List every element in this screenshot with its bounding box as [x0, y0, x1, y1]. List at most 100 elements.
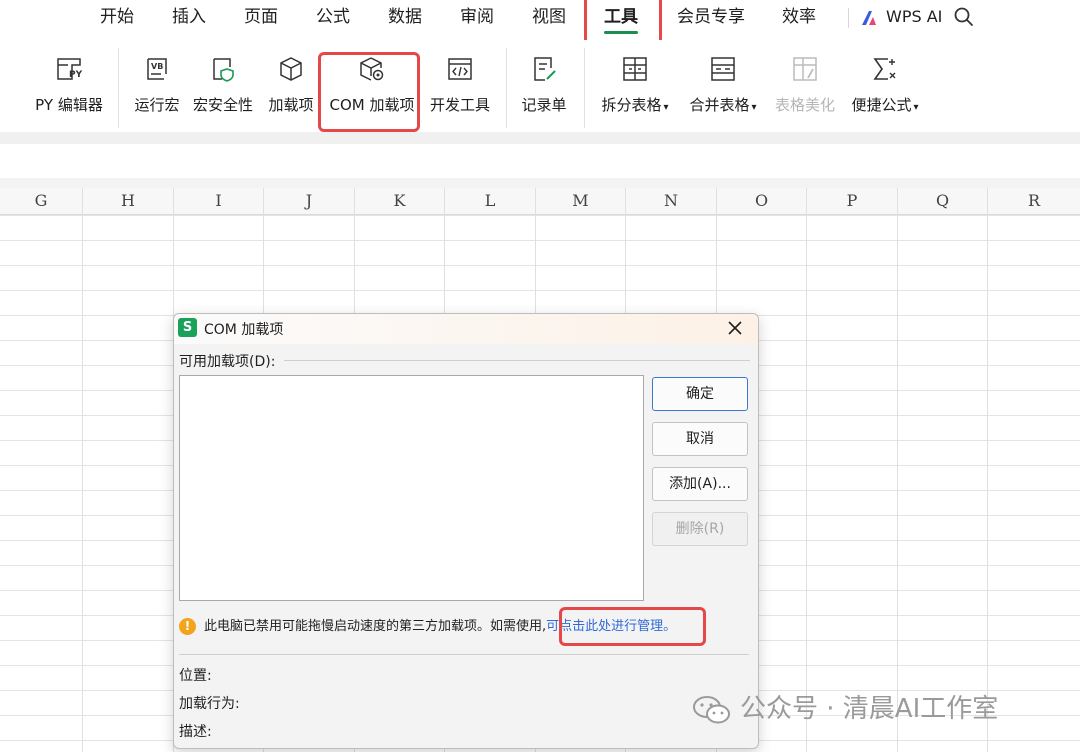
merge-table-label: 合并表格 [689, 96, 750, 114]
tab-review[interactable]: 审阅 [456, 0, 498, 36]
merge-table-dropdown: 合并表格 ▾ [684, 94, 762, 115]
warning-icon: ! [179, 618, 196, 635]
tab-view[interactable]: 视图 [528, 0, 570, 36]
code-window-icon [448, 58, 472, 80]
load-behavior-label: 加载行为: [179, 696, 240, 712]
ribbon-divider [506, 48, 507, 128]
chevron-down-icon: ▾ [663, 102, 669, 113]
tab-page[interactable]: 页面 [240, 0, 282, 36]
form-edit-icon [534, 57, 556, 81]
macro-security-button[interactable]: 宏安全性 [190, 54, 256, 115]
table-style-icon [793, 57, 817, 81]
watermark-text: 公众号 · 清晨AI工作室 [740, 694, 999, 724]
warning-text: 此电脑已禁用可能拖慢启动速度的第三方加载项。如需使用, [204, 619, 547, 634]
wps-ai-button[interactable]: WPS AI [860, 5, 942, 29]
active-tab-indicator [604, 31, 638, 34]
column-header[interactable]: N [626, 188, 717, 214]
record-form-button[interactable]: 记录单 [518, 54, 570, 115]
tab-data[interactable]: 数据 [384, 0, 426, 36]
run-macro-icon: VB [147, 58, 167, 80]
close-button[interactable] [724, 317, 746, 339]
search-icon [954, 7, 973, 26]
spreadsheet-app-icon: S [178, 318, 197, 337]
available-addins-label: 可用加载项(D): [179, 351, 280, 371]
quick-formula-button[interactable]: 便捷公式 ▾ [846, 54, 924, 115]
split-table-dropdown: 拆分表格 ▾ [596, 94, 674, 115]
svg-text:PY: PY [69, 70, 83, 80]
delete-button: 删除(R) [652, 512, 748, 546]
split-table-icon [623, 57, 647, 81]
record-form-label: 记录单 [521, 96, 567, 114]
wechat-icon [693, 695, 730, 723]
close-icon [728, 321, 742, 335]
menu-bar: 开始 插入 页面 公式 数据 审阅 视图 工具 会员专享 效率 WPS AI [0, 0, 1080, 41]
merge-table-button[interactable]: 合并表格 ▾ [684, 54, 762, 115]
macro-security-icon [213, 58, 234, 82]
quick-formula-label: 便捷公式 [851, 96, 912, 114]
column-header[interactable]: K [355, 188, 445, 214]
addins-button[interactable]: 加载项 [265, 54, 317, 115]
com-addins-button[interactable]: COM 加载项 [326, 54, 418, 115]
chevron-down-icon: ▾ [751, 102, 757, 113]
grid-line [82, 188, 83, 752]
split-table-label: 拆分表格 [601, 96, 662, 114]
add-button[interactable]: 添加(A)... [652, 467, 748, 501]
ribbon-divider [118, 48, 119, 128]
com-addins-dialog: S COM 加载项 可用加载项(D): 确定 取消 添加(A)... 删除(R)… [173, 313, 759, 749]
grid-line [806, 188, 807, 752]
py-editor-button[interactable]: PY PY 编辑器 [30, 54, 108, 115]
dev-tools-label: 开发工具 [429, 96, 490, 114]
sigma-icon [873, 58, 896, 80]
addins-label: 加载项 [268, 96, 314, 114]
ribbon-divider [584, 48, 585, 128]
dialog-title: COM 加载项 [204, 322, 284, 338]
tab-member[interactable]: 会员专享 [674, 0, 748, 36]
py-editor-label: PY 编辑器 [35, 96, 103, 114]
macro-security-label: 宏安全性 [192, 96, 253, 114]
tab-formula[interactable]: 公式 [312, 0, 354, 36]
beautify-table-label: 表格美化 [774, 96, 835, 114]
merge-table-icon [711, 57, 735, 81]
svg-text:VB: VB [151, 62, 163, 71]
menu-divider [848, 8, 849, 28]
search-button[interactable] [953, 6, 975, 32]
sheet-gap [0, 178, 1080, 188]
column-header-row: G H I J K L M N O P Q R [0, 188, 1080, 215]
addins-listbox[interactable] [179, 375, 644, 601]
run-macro-button[interactable]: VB 运行宏 [132, 54, 182, 115]
com-cube-gear-icon [360, 57, 384, 81]
grid-line [897, 188, 898, 752]
dev-tools-button[interactable]: 开发工具 [428, 54, 492, 115]
disabled-addins-notice: ! 此电脑已禁用可能拖慢启动速度的第三方加载项。如需使用,可点击此处进行管理。 [179, 617, 676, 637]
column-header[interactable]: Q [898, 188, 988, 214]
com-addins-label: COM 加载项 [329, 96, 415, 114]
wps-ai-label: WPS AI [886, 7, 943, 26]
column-header[interactable]: H [83, 188, 174, 214]
beautify-table-button: 表格美化 [772, 54, 838, 115]
run-macro-label: 运行宏 [134, 96, 180, 114]
description-label: 描述: [179, 724, 212, 740]
grid-line [987, 188, 988, 752]
group-divider [284, 360, 750, 361]
ok-button[interactable]: 确定 [652, 377, 748, 411]
chevron-down-icon: ▾ [913, 102, 919, 113]
split-table-button[interactable]: 拆分表格 ▾ [596, 54, 674, 115]
dialog-titlebar[interactable]: S COM 加载项 [174, 314, 758, 344]
column-header[interactable]: J [264, 188, 355, 214]
tab-efficiency[interactable]: 效率 [778, 0, 820, 36]
cancel-button[interactable]: 取消 [652, 422, 748, 456]
watermark: 公众号 · 清晨AI工作室 [692, 692, 998, 726]
column-header[interactable]: G [0, 188, 83, 214]
column-header[interactable]: R [988, 188, 1080, 214]
formula-bar-gap [0, 132, 1080, 144]
column-header[interactable]: O [717, 188, 807, 214]
column-header[interactable]: P [807, 188, 898, 214]
dialog-divider [179, 654, 749, 655]
manage-addins-link[interactable]: 可点击此处进行管理。 [546, 619, 676, 634]
tab-insert[interactable]: 插入 [168, 0, 210, 36]
tab-home[interactable]: 开始 [96, 0, 138, 36]
location-label: 位置: [179, 668, 212, 684]
column-header[interactable]: I [174, 188, 264, 214]
column-header[interactable]: L [445, 188, 536, 214]
column-header[interactable]: M [536, 188, 626, 214]
